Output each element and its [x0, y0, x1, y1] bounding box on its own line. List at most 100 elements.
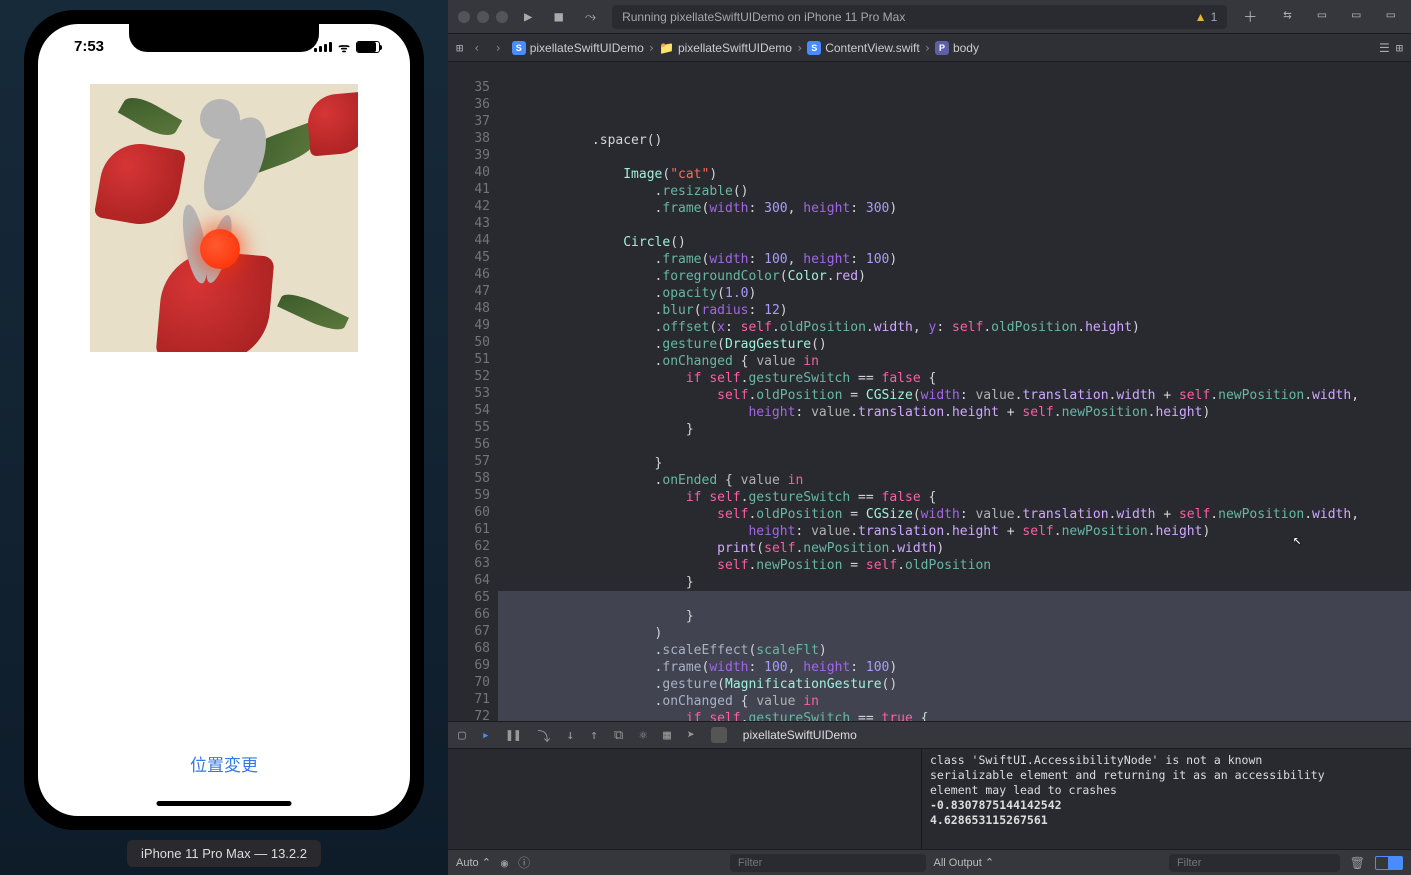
breakpoints-toggle[interactable]: ▸: [482, 728, 490, 743]
console-filter-input[interactable]: [1169, 854, 1340, 872]
jumpbar-item[interactable]: 📁pixellateSwiftUIDemo: [659, 41, 792, 55]
code-line[interactable]: ): [498, 625, 1411, 642]
output-selector[interactable]: All Output ⌃: [934, 856, 995, 869]
code-line[interactable]: .scaleEffect(scaleFlt): [498, 642, 1411, 659]
cat-image[interactable]: [90, 84, 358, 352]
code-line[interactable]: .frame(width: 100, height: 100): [498, 251, 1411, 268]
code-line[interactable]: }: [498, 608, 1411, 625]
code-line[interactable]: [498, 438, 1411, 455]
code-line[interactable]: .frame(width: 100, height: 100): [498, 659, 1411, 676]
editor-options-button[interactable]: ⇆: [1277, 7, 1297, 27]
code-line[interactable]: .gesture(MagnificationGesture(): [498, 676, 1411, 693]
debug-memory-button[interactable]: ⚛: [639, 728, 647, 743]
code-line[interactable]: [498, 217, 1411, 234]
step-out-button[interactable]: ↑: [590, 728, 598, 743]
swift-file-icon: S: [512, 41, 526, 55]
right-panel-toggle[interactable]: ▭: [1381, 7, 1401, 27]
code-line[interactable]: print(self.newPosition.width): [498, 540, 1411, 557]
code-line[interactable]: height: value.translation.height + self.…: [498, 523, 1411, 540]
code-line[interactable]: .resizable(): [498, 183, 1411, 200]
related-items-icon[interactable]: ⊞: [456, 41, 463, 55]
hide-debug-icon[interactable]: ▢: [458, 728, 466, 743]
jumpbar-item[interactable]: SpixellateSwiftUIDemo: [512, 41, 644, 55]
vars-filter-input[interactable]: [730, 854, 926, 872]
code-editor[interactable]: 3536373839404142434445464748495051525354…: [448, 62, 1411, 721]
step-in-button[interactable]: ↓: [566, 728, 574, 743]
debug-view-button[interactable]: ⧉: [614, 728, 623, 743]
code-line[interactable]: }: [498, 455, 1411, 472]
auto-label[interactable]: Auto ⌃: [456, 856, 491, 869]
left-panel-toggle[interactable]: ▭: [1312, 7, 1332, 27]
iphone-notch: [129, 24, 319, 52]
step-over-button[interactable]: ⤵: [537, 726, 550, 745]
code-line[interactable]: .onChanged { value in: [498, 693, 1411, 710]
jumpbar-item-label: pixellateSwiftUIDemo: [530, 41, 644, 55]
info-icon[interactable]: ⓘ: [518, 854, 530, 871]
console-line: element may lead to crashes: [930, 783, 1403, 798]
console-line: 4.628653115267561: [930, 813, 1403, 828]
code-line[interactable]: self.oldPosition = CGSize(width: value.t…: [498, 387, 1411, 404]
code-area[interactable]: ↖ .spacer() Image("cat") .resizable() .f…: [498, 62, 1411, 721]
home-indicator[interactable]: [157, 801, 292, 806]
code-line[interactable]: height: value.translation.height + self.…: [498, 404, 1411, 421]
code-line[interactable]: .onChanged { value in: [498, 353, 1411, 370]
run-button[interactable]: ▶: [518, 9, 538, 25]
warning-badge[interactable]: ▲ 1: [1195, 10, 1218, 24]
code-line[interactable]: .blur(radius: 12): [498, 302, 1411, 319]
variables-panel[interactable]: [448, 749, 922, 849]
position-change-button[interactable]: 位置変更: [190, 751, 258, 776]
jumpbar-item[interactable]: Pbody: [935, 41, 979, 55]
code-line[interactable]: if self.gestureSwitch == false {: [498, 489, 1411, 506]
view-icon[interactable]: ◉: [501, 856, 508, 870]
jumpbar-item-label: body: [953, 41, 979, 55]
code-line[interactable]: self.oldPosition = CGSize(width: value.t…: [498, 506, 1411, 523]
status-time: 7:53: [74, 38, 104, 56]
add-editor-icon[interactable]: ⊞: [1396, 41, 1403, 55]
code-line[interactable]: [498, 591, 1411, 608]
activity-text: Running pixellateSwiftUIDemo on iPhone 1…: [622, 10, 905, 24]
code-line[interactable]: .foregroundColor(Color.red): [498, 268, 1411, 285]
bottom-panel-toggle[interactable]: ▭: [1346, 7, 1366, 27]
debug-target[interactable]: pixellateSwiftUIDemo: [743, 728, 857, 742]
trash-icon[interactable]: 🗑: [1350, 856, 1365, 870]
window-traffic-lights[interactable]: [458, 11, 508, 23]
stop-button[interactable]: ■: [548, 9, 568, 25]
scheme-selector[interactable]: ⤳: [579, 9, 602, 25]
code-line[interactable]: [498, 115, 1411, 132]
red-circle[interactable]: [200, 229, 240, 269]
xcode-window: ▶ ■ ⤳ Running pixellateSwiftUIDemo on iP…: [448, 0, 1411, 875]
code-line[interactable]: .spacer(): [498, 132, 1411, 149]
code-line[interactable]: [498, 149, 1411, 166]
code-line[interactable]: .opacity(1.0): [498, 285, 1411, 302]
debug-panels: class 'SwiftUI.AccessibilityNode' is not…: [448, 749, 1411, 849]
simulator-screen[interactable]: 7:53 ᯤ 位置変更: [38, 24, 410, 816]
activity-viewer[interactable]: Running pixellateSwiftUIDemo on iPhone 1…: [612, 5, 1227, 29]
items-list-icon[interactable]: ☰: [1379, 41, 1390, 55]
jumpbar-item[interactable]: SContentView.swift: [807, 41, 920, 55]
code-line[interactable]: }: [498, 574, 1411, 591]
forward-button[interactable]: ›: [490, 41, 505, 55]
code-line[interactable]: .frame(width: 300, height: 300): [498, 200, 1411, 217]
back-button[interactable]: ‹: [469, 41, 484, 55]
code-line[interactable]: .gesture(DragGesture(): [498, 336, 1411, 353]
code-line[interactable]: .onEnded { value in: [498, 472, 1411, 489]
signal-icon: [314, 42, 332, 52]
battery-icon: [356, 41, 380, 53]
console-panel[interactable]: class 'SwiftUI.AccessibilityNode' is not…: [922, 749, 1411, 849]
xcode-toolbar: ▶ ■ ⤳ Running pixellateSwiftUIDemo on iP…: [448, 0, 1411, 34]
code-line[interactable]: }: [498, 421, 1411, 438]
panel-toggle[interactable]: [1375, 856, 1403, 870]
code-line[interactable]: if self.gestureSwitch == true {: [498, 710, 1411, 721]
debug-env-button[interactable]: ▦: [663, 728, 671, 743]
library-button[interactable]: ＋: [1237, 7, 1263, 27]
code-line[interactable]: self.newPosition = self.oldPosition: [498, 557, 1411, 574]
property-icon: P: [935, 41, 949, 55]
warning-count: 1: [1211, 10, 1218, 24]
code-line[interactable]: .offset(x: self.oldPosition.width, y: se…: [498, 319, 1411, 336]
pause-button[interactable]: ❚❚: [506, 728, 522, 743]
debug-location-button[interactable]: ➤: [687, 728, 695, 743]
code-line[interactable]: Circle(): [498, 234, 1411, 251]
swift-file-icon: S: [807, 41, 821, 55]
code-line[interactable]: Image("cat"): [498, 166, 1411, 183]
code-line[interactable]: if self.gestureSwitch == false {: [498, 370, 1411, 387]
